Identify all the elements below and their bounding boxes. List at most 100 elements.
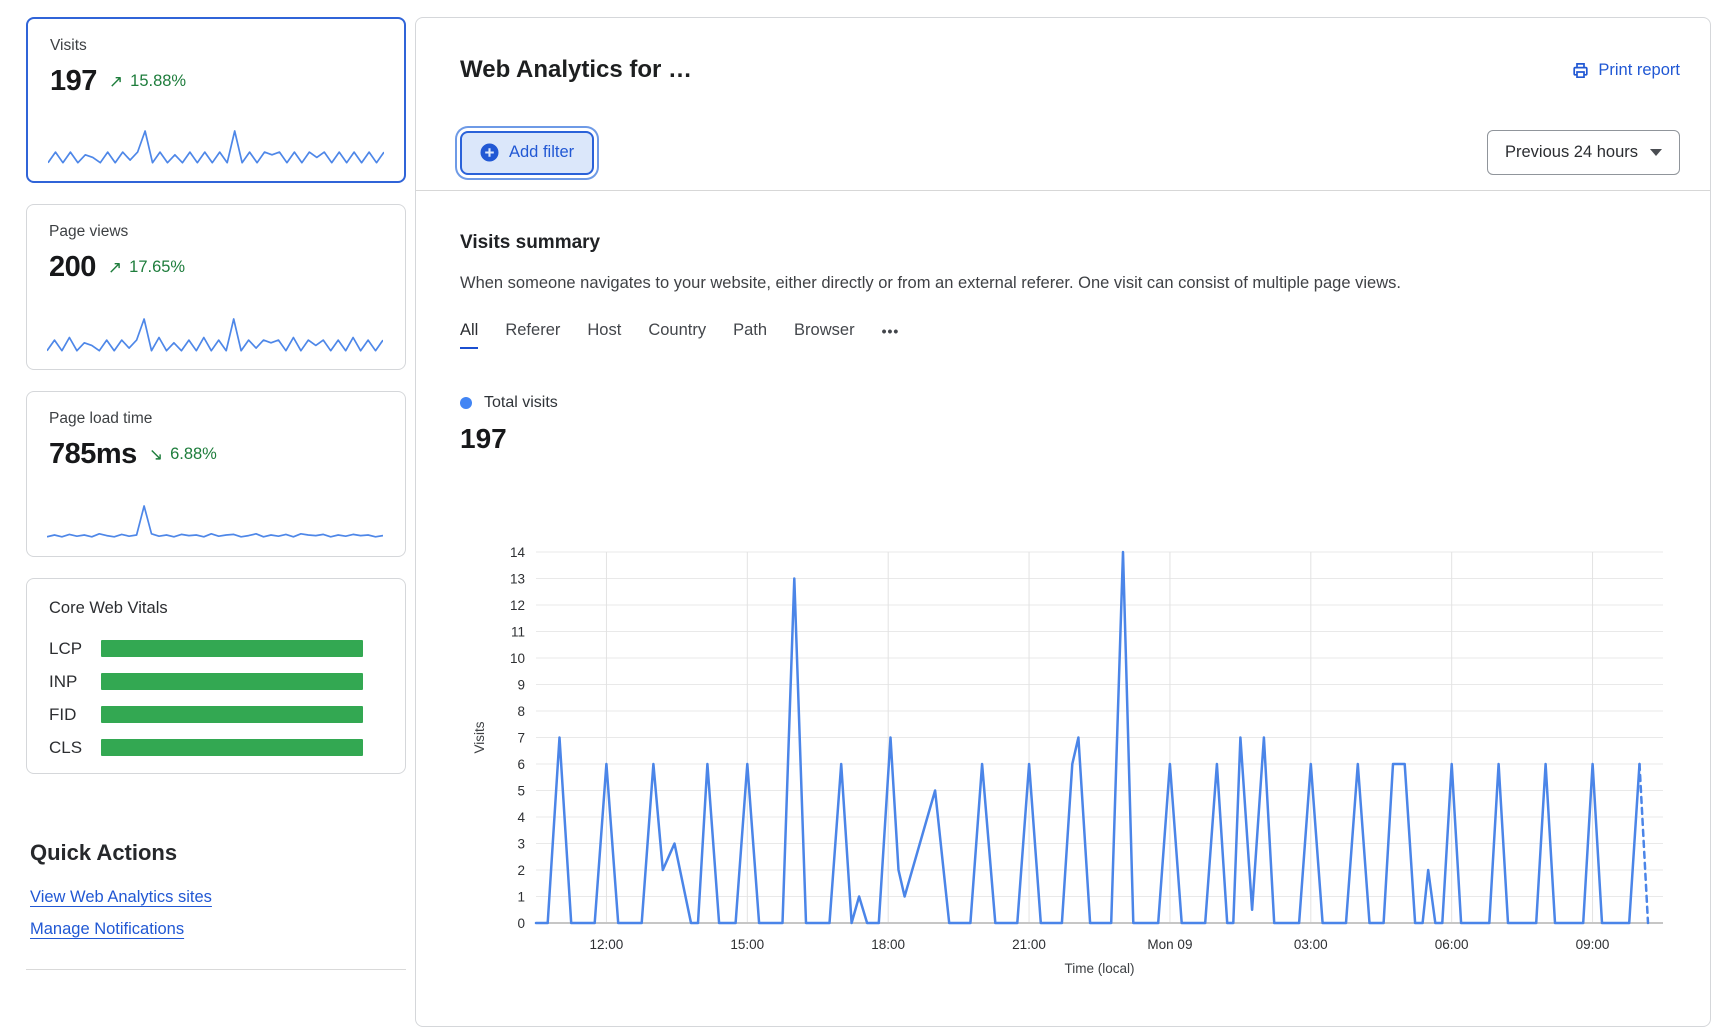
panel-header: Web Analytics for … Print report	[460, 56, 1680, 84]
svg-text:8: 8	[517, 704, 525, 719]
svg-text:21:00: 21:00	[1012, 937, 1046, 952]
metric-label: Page views	[49, 223, 383, 241]
metric-change: ↗ 15.88%	[109, 72, 186, 92]
core-web-vitals-card: Core Web Vitals LCP INP FID CLS	[26, 578, 406, 774]
svg-text:0: 0	[517, 916, 525, 931]
time-range-dropdown[interactable]: Previous 24 hours	[1487, 130, 1680, 175]
print-report-label: Print report	[1598, 61, 1680, 80]
svg-text:06:00: 06:00	[1435, 937, 1469, 952]
quick-link-view-web-analytics-sites[interactable]: View Web Analytics sites	[30, 888, 212, 907]
visits-summary-title: Visits summary	[460, 232, 1680, 254]
visits-summary-description: When someone navigates to your website, …	[460, 274, 1680, 293]
metric-value: 200	[49, 251, 96, 284]
legend-label: Total visits	[484, 394, 558, 412]
svg-text:11: 11	[511, 625, 525, 640]
trend-arrow-icon: ↘	[149, 445, 163, 465]
metric-card-page-load-time[interactable]: Page load time 785ms ↘ 6.88%	[26, 391, 406, 557]
add-filter-label: Add filter	[509, 143, 574, 162]
page-title: Web Analytics for …	[460, 56, 692, 84]
metric-sparkline	[47, 500, 383, 546]
cwv-row-lcp: LCP	[49, 640, 383, 657]
svg-text:10: 10	[510, 651, 525, 666]
cwv-row-inp: INP	[49, 673, 383, 690]
cwv-row-cls: CLS	[49, 739, 383, 756]
print-report-link[interactable]: Print report	[1571, 61, 1680, 80]
svg-text:12:00: 12:00	[590, 937, 624, 952]
add-filter-button[interactable]: Add filter	[460, 131, 594, 175]
panel-divider	[416, 190, 1710, 191]
metric-value: 197	[50, 65, 97, 98]
sidebar-divider	[26, 969, 406, 970]
tab-path[interactable]: Path	[733, 321, 767, 349]
svg-text:3: 3	[517, 837, 525, 852]
quick-actions: Quick Actions View Web Analytics sitesMa…	[26, 840, 406, 866]
cwv-label: CLS	[49, 738, 101, 758]
toolbar: Add filter Previous 24 hours	[460, 130, 1680, 175]
svg-text:Mon 09: Mon 09	[1147, 937, 1192, 952]
legend-dot-icon	[460, 397, 472, 409]
metric-card-visits[interactable]: Visits 197 ↗ 15.88%	[26, 17, 406, 183]
cwv-status-bar	[101, 673, 363, 690]
metric-change: ↘ 6.88%	[149, 445, 217, 465]
svg-text:2: 2	[517, 863, 525, 878]
quick-actions-title: Quick Actions	[30, 840, 406, 866]
cwv-label: FID	[49, 705, 101, 725]
legend-item-total-visits[interactable]: Total visits	[460, 393, 1680, 413]
total-visits-value: 197	[460, 423, 1680, 455]
cwv-status-bar	[101, 706, 363, 723]
metric-value-row: 200 ↗ 17.65%	[49, 251, 383, 284]
metric-card-list: Visits197↗15.88%Page views200↗17.65%Page…	[26, 17, 406, 557]
tab-more[interactable]: •••	[882, 323, 900, 348]
metric-label: Page load time	[49, 410, 383, 428]
svg-text:14: 14	[510, 545, 526, 560]
tab-all[interactable]: All	[460, 321, 478, 349]
plus-circle-icon	[480, 143, 499, 162]
svg-text:15:00: 15:00	[730, 937, 764, 952]
metric-label: Visits	[50, 37, 382, 55]
tab-referer[interactable]: Referer	[505, 321, 560, 349]
tab-country[interactable]: Country	[648, 321, 706, 349]
tab-browser[interactable]: Browser	[794, 321, 855, 349]
svg-text:1: 1	[517, 890, 525, 905]
chevron-down-icon	[1650, 149, 1662, 156]
metric-value: 785ms	[49, 438, 137, 471]
metric-change: ↗ 17.65%	[108, 258, 185, 278]
svg-text:6: 6	[517, 757, 525, 772]
core-web-vitals-rows: LCP INP FID CLS	[49, 640, 383, 756]
cwv-status-bar	[101, 640, 363, 657]
metric-value-row: 785ms ↘ 6.88%	[49, 438, 383, 471]
metric-card-page-views[interactable]: Page views 200 ↗ 17.65%	[26, 204, 406, 370]
core-web-vitals-title: Core Web Vitals	[49, 599, 383, 618]
tab-host[interactable]: Host	[587, 321, 621, 349]
svg-text:7: 7	[517, 731, 525, 746]
metric-change-percent: 6.88%	[170, 445, 217, 464]
visits-line-chart: 0123456789101112131412:0015:0018:0021:00…	[460, 536, 1700, 991]
metric-sparkline	[47, 313, 383, 359]
svg-text:12: 12	[510, 598, 525, 613]
visits-summary-section: Visits summary When someone navigates to…	[460, 232, 1680, 455]
svg-text:Visits: Visits	[472, 721, 487, 753]
cwv-status-bar	[101, 739, 363, 756]
svg-text:5: 5	[517, 784, 525, 799]
sidebar: Visits197↗15.88%Page views200↗17.65%Page…	[26, 17, 406, 952]
cwv-label: LCP	[49, 639, 101, 659]
main-panel: Web Analytics for … Print report Add fil…	[415, 17, 1711, 1027]
time-range-label: Previous 24 hours	[1505, 143, 1638, 162]
svg-text:03:00: 03:00	[1294, 937, 1328, 952]
svg-text:Time (local): Time (local)	[1064, 961, 1134, 976]
printer-icon	[1571, 61, 1590, 80]
trend-arrow-icon: ↗	[109, 72, 123, 92]
trend-arrow-icon: ↗	[108, 258, 122, 278]
metric-change-percent: 17.65%	[129, 258, 185, 277]
quick-link-manage-notifications[interactable]: Manage Notifications	[30, 920, 184, 939]
svg-text:09:00: 09:00	[1576, 937, 1610, 952]
dimension-tabs: All Referer Host Country Path Browser •••	[460, 323, 1680, 347]
cwv-label: INP	[49, 672, 101, 692]
metric-value-row: 197 ↗ 15.88%	[50, 65, 382, 98]
svg-text:4: 4	[517, 810, 525, 825]
metric-change-percent: 15.88%	[130, 72, 186, 91]
svg-text:9: 9	[517, 678, 525, 693]
visits-chart: 0123456789101112131412:0015:0018:0021:00…	[460, 536, 1700, 996]
cwv-row-fid: FID	[49, 706, 383, 723]
svg-text:13: 13	[510, 572, 525, 587]
